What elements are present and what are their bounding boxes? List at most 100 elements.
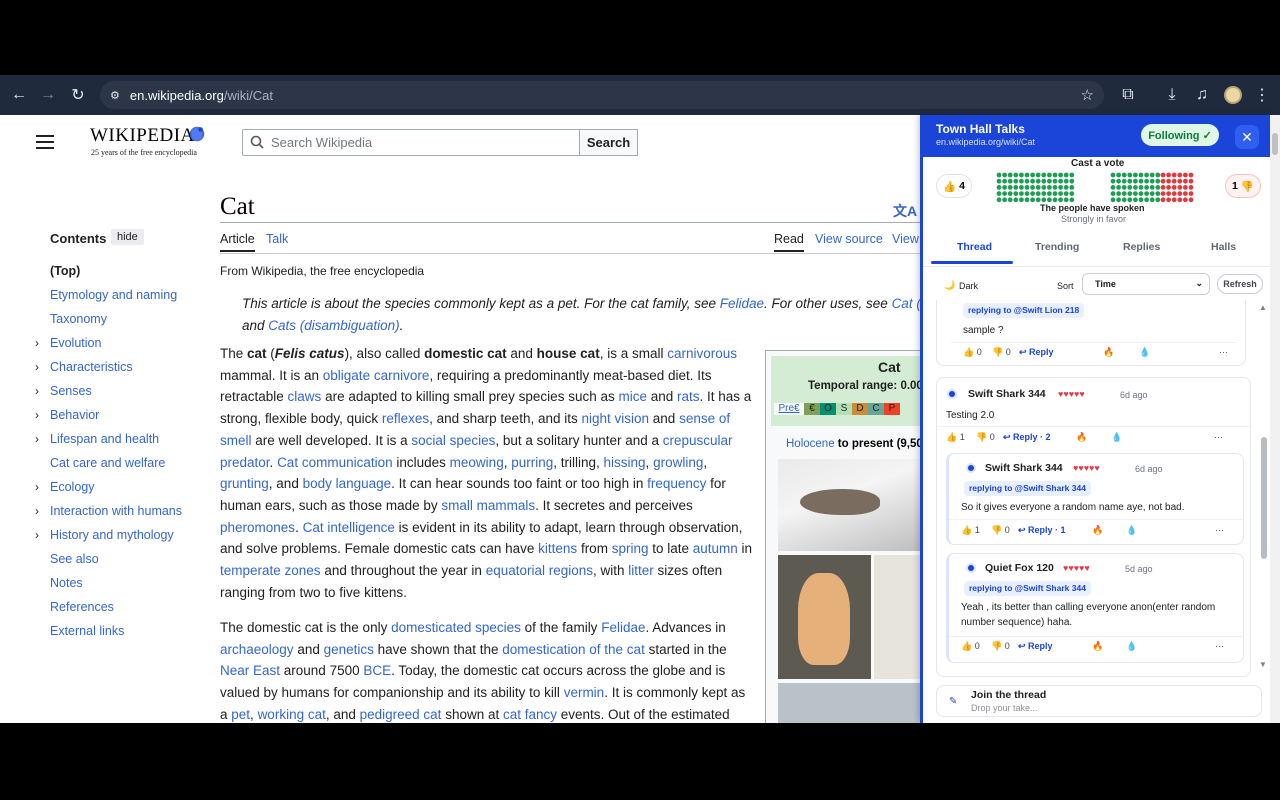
scroll-up-arrow[interactable]: ▲	[1259, 303, 1267, 312]
chevron-right-icon[interactable]: ›	[35, 431, 39, 447]
close-icon[interactable]: ✕	[1235, 125, 1259, 149]
more-icon[interactable]: ···	[1214, 432, 1223, 442]
reply-button[interactable]: ↩ Reply	[1018, 641, 1053, 652]
toc-item[interactable]: External links	[50, 623, 210, 647]
fire-icon[interactable]: 🔥	[1092, 641, 1103, 652]
tab-thread[interactable]: Thread	[957, 241, 992, 253]
toc-item[interactable]: › Characteristics	[35, 359, 210, 383]
downvote-button[interactable]: 👎 0	[992, 347, 1011, 358]
page-scrollbar[interactable]	[1270, 115, 1280, 723]
wikipedia-wordmark[interactable]: WIKIPEDIA	[90, 125, 195, 147]
reply-button[interactable]: ↩ Reply · 1	[1018, 525, 1066, 536]
fire-icon[interactable]: 🔥	[1076, 432, 1087, 443]
cat-photo-partial[interactable]	[874, 555, 924, 679]
dark-mode-toggle[interactable]: Dark	[959, 281, 978, 291]
tab-view-history[interactable]: View	[892, 232, 919, 246]
toc-item[interactable]: Cat care and welfare	[50, 455, 210, 479]
chevron-right-icon[interactable]: ›	[35, 383, 39, 399]
upvote-button[interactable]: 👍 1	[946, 432, 965, 443]
feed-scrollbar-thumb[interactable]	[1261, 437, 1267, 559]
back-icon[interactable]: ←	[4, 80, 34, 110]
comment-author[interactable]: Swift Shark 344	[985, 462, 1063, 474]
reload-icon[interactable]: ↻	[63, 80, 93, 110]
toc-item[interactable]: Notes	[50, 575, 210, 599]
fire-icon[interactable]: 🔥	[1092, 525, 1103, 536]
toc-item[interactable]: › Interaction with humans	[35, 503, 210, 527]
address-bar[interactable]: ⚙ en.wikipedia.org/wiki/Cat ☆	[100, 81, 1104, 109]
cats-disambiguation-link[interactable]: Cats (disambiguation)	[268, 318, 399, 333]
cat-photo-bottom[interactable]	[778, 683, 924, 723]
cat-photo-lying[interactable]	[778, 459, 924, 551]
tab-article[interactable]: Article	[220, 232, 255, 252]
tab-view-source[interactable]: View source	[815, 232, 883, 246]
sort-select[interactable]: Time ⌄	[1082, 273, 1210, 295]
chevron-right-icon[interactable]: ›	[35, 479, 39, 495]
downvote-button[interactable]: 1 👎	[1225, 174, 1261, 198]
toc-item[interactable]: › Senses	[35, 383, 210, 407]
more-icon[interactable]: ···	[1219, 347, 1228, 357]
cat-photo-sitting[interactable]	[778, 555, 871, 679]
extensions-icon[interactable]: ⧉	[1113, 80, 1143, 110]
droplet-icon[interactable]: 💧	[1126, 641, 1137, 652]
chevron-right-icon[interactable]: ›	[35, 527, 39, 543]
site-info-icon[interactable]: ⚙	[110, 89, 120, 102]
reply-button[interactable]: ↩ Reply	[1019, 347, 1054, 358]
upvote-button[interactable]: 👍 0	[961, 641, 980, 652]
tab-halls[interactable]: Halls	[1211, 241, 1236, 253]
tab-read[interactable]: Read	[774, 232, 804, 252]
upvote-button[interactable]: 👍 4	[936, 174, 972, 198]
felidae-link[interactable]: Felidae	[720, 296, 764, 311]
browser-menu-icon[interactable]: ⋮	[1247, 80, 1277, 110]
search-button[interactable]: Search	[579, 129, 638, 156]
search-input[interactable]: Search Wikipedia	[242, 129, 580, 156]
toc-item[interactable]: Taxonomy	[50, 311, 210, 335]
toc-item[interactable]: See also	[50, 551, 210, 575]
upvote-button[interactable]: 👍 0	[963, 347, 982, 358]
droplet-icon[interactable]: 💧	[1111, 432, 1122, 443]
holocene-link[interactable]: Holocene	[786, 438, 835, 450]
comment-author[interactable]: Swift Shark 344	[968, 388, 1046, 400]
upvote-button[interactable]: 👍 1	[961, 525, 980, 536]
reply-to-chip[interactable]: replying to @Swift Lion 218	[963, 303, 1085, 318]
forward-icon[interactable]: →	[33, 80, 63, 110]
chevron-right-icon[interactable]: ›	[35, 335, 39, 351]
droplet-icon[interactable]: 💧	[1126, 525, 1137, 536]
reply-to-chip[interactable]: replying to @Swift Shark 344	[964, 481, 1091, 496]
tab-trending[interactable]: Trending	[1035, 241, 1079, 253]
tab-replies[interactable]: Replies	[1123, 241, 1160, 253]
refresh-button[interactable]: Refresh	[1217, 274, 1263, 294]
toc-hide-button[interactable]: hide	[111, 229, 144, 245]
toc-item[interactable]: › History and mythology	[35, 527, 210, 551]
toc-item[interactable]: (Top)	[50, 263, 210, 287]
downvote-button[interactable]: 👎 0	[991, 525, 1010, 536]
downvote-button[interactable]: 👎 0	[976, 432, 995, 443]
chevron-right-icon[interactable]: ›	[35, 503, 39, 519]
toc-item[interactable]: Etymology and naming	[50, 287, 210, 311]
main-menu-icon[interactable]	[36, 135, 54, 149]
toc-item[interactable]: › Evolution	[35, 335, 210, 359]
toc-item[interactable]: › Lifespan and health	[35, 431, 210, 455]
media-control-icon[interactable]: ♫	[1187, 80, 1217, 110]
reply-to-chip[interactable]: replying to @Swift Shark 344	[964, 581, 1091, 596]
download-icon[interactable]: ⤓	[1157, 80, 1187, 110]
fire-icon[interactable]: 🔥	[1103, 347, 1114, 358]
wikipedia-puzzle-globe-icon[interactable]	[188, 125, 206, 143]
chevron-right-icon[interactable]: ›	[35, 407, 39, 423]
chevron-right-icon[interactable]: ›	[35, 359, 39, 375]
following-button[interactable]: Following ✓	[1141, 124, 1219, 146]
profile-avatar[interactable]	[1224, 86, 1242, 104]
toc-item[interactable]: › Behavior	[35, 407, 210, 431]
page-scrollbar-thumb[interactable]	[1272, 133, 1278, 155]
comment-author[interactable]: Quiet Fox 120	[985, 562, 1054, 574]
tab-talk[interactable]: Talk	[266, 232, 288, 246]
bookmark-star-icon[interactable]: ☆	[1081, 86, 1094, 104]
reply-button[interactable]: ↩ Reply · 2	[1003, 432, 1051, 443]
toc-item[interactable]: References	[50, 599, 210, 623]
toc-item[interactable]: › Ecology	[35, 479, 210, 503]
downvote-button[interactable]: 👎 0	[991, 641, 1010, 652]
join-thread-input[interactable]: ✎ Join the thread Drop your take...	[936, 685, 1262, 717]
droplet-icon[interactable]: 💧	[1139, 347, 1150, 358]
scroll-down-arrow[interactable]: ▼	[1259, 660, 1267, 669]
more-icon[interactable]: ···	[1215, 641, 1224, 651]
more-icon[interactable]: ···	[1215, 525, 1224, 535]
